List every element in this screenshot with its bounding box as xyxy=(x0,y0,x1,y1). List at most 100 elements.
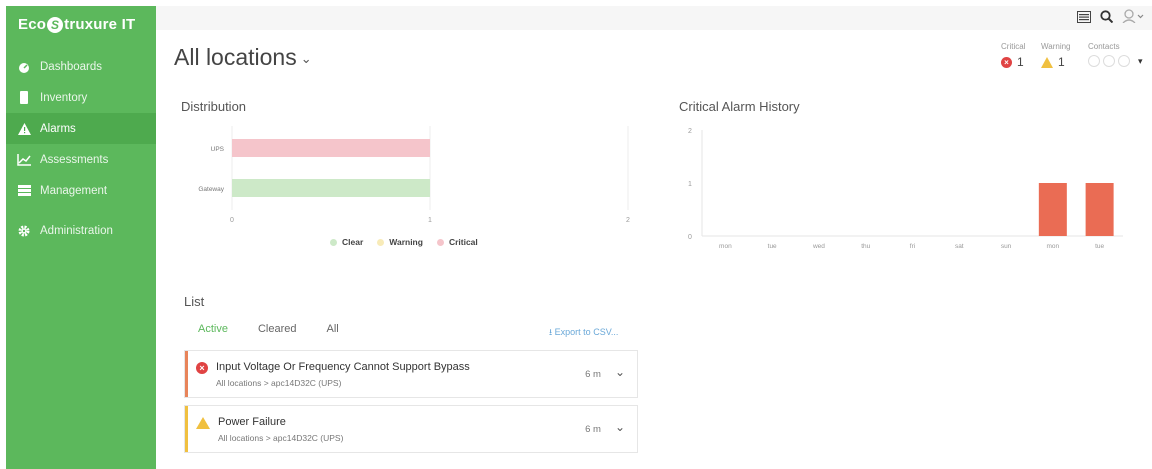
critical-count: 1 xyxy=(1017,55,1024,69)
warning-icon xyxy=(1041,56,1053,68)
severity-stripe xyxy=(185,406,188,452)
contact-avatar-icon xyxy=(1118,55,1130,67)
x-tick-label: sun xyxy=(1001,243,1012,250)
bar-clear xyxy=(232,179,430,197)
critical-icon: × xyxy=(196,362,208,374)
alarm-location-path: All locations > apc14D32C (UPS) xyxy=(216,378,342,388)
contact-avatar-icon xyxy=(1103,55,1115,67)
alarm-history-title: Critical Alarm History xyxy=(679,99,800,114)
sidebar-item-assessments[interactable]: Assessments xyxy=(6,144,156,175)
alarm-title: Power Failure xyxy=(218,416,286,428)
export-csv-link[interactable]: ⭳ Export to CSV... xyxy=(549,325,618,341)
legend-swatch-critical xyxy=(436,238,444,246)
sidebar: Eco Struxure IT Dashboards Inventory Alar… xyxy=(6,6,156,469)
sidebar-item-alarms[interactable]: Alarms xyxy=(6,113,156,144)
legend-swatch-warning xyxy=(377,238,385,246)
gear-icon xyxy=(17,224,31,238)
y-tick-label: 2 xyxy=(688,128,692,135)
logo-text-right: truxure IT xyxy=(64,16,136,33)
legend-label: Critical xyxy=(448,237,478,247)
category-label: Gateway xyxy=(198,186,224,193)
alarm-triangle-icon xyxy=(17,122,31,136)
x-tick-label: fri xyxy=(910,243,915,250)
sidebar-item-label: Assessments xyxy=(40,153,109,166)
warning-icon xyxy=(196,417,210,429)
alarm-title: Input Voltage Or Frequency Cannot Suppor… xyxy=(216,361,470,373)
x-tick-label: thu xyxy=(861,243,870,250)
sidebar-item-label: Management xyxy=(40,184,108,197)
y-tick-label: 1 xyxy=(688,181,692,188)
dashboard-icon xyxy=(17,60,31,74)
y-tick-label: 0 xyxy=(688,234,692,241)
warning-count-status[interactable]: Warning 1 xyxy=(1041,42,1071,69)
topbar-actions xyxy=(1077,9,1144,26)
contacts-status[interactable]: Contacts ▾ xyxy=(1088,42,1143,67)
sidebar-item-label: Inventory xyxy=(40,91,88,104)
topbar xyxy=(156,6,1152,30)
tab-cleared[interactable]: Cleared xyxy=(258,323,297,335)
alarm-location-path: All locations > apc14D32C (UPS) xyxy=(218,433,344,443)
alarm-history-chart: 0 1 2 mon tue wed thu fri sat sun mon tue xyxy=(688,128,1123,250)
logo-mark-icon: S xyxy=(47,16,64,33)
tab-all[interactable]: All xyxy=(327,323,339,335)
contacts-label: Contacts xyxy=(1088,42,1120,51)
contact-avatar-icon xyxy=(1088,55,1100,67)
chevron-down-icon[interactable]: ⌄ xyxy=(615,420,625,434)
distribution-title: Distribution xyxy=(181,99,247,114)
sidebar-item-label: Dashboards xyxy=(40,60,103,73)
x-tick-label: mon xyxy=(719,243,732,250)
logo-text-left: Eco xyxy=(18,16,47,33)
sidebar-item-dashboards[interactable]: Dashboards xyxy=(6,51,156,82)
chart-line-icon xyxy=(17,153,31,167)
list-title: List xyxy=(184,294,205,309)
x-tick-label: wed xyxy=(812,243,825,250)
download-icon: ⭳ xyxy=(549,327,553,337)
x-tick-label: 1 xyxy=(428,217,432,224)
sidebar-item-management[interactable]: Management xyxy=(6,175,156,206)
legend-item-warning[interactable]: Warning xyxy=(377,237,423,247)
legend-item-critical[interactable]: Critical xyxy=(436,237,478,247)
warning-count: 1 xyxy=(1058,55,1065,69)
severity-stripe xyxy=(185,351,188,397)
x-tick-label: 2 xyxy=(626,217,630,224)
x-tick-label: sat xyxy=(955,243,964,250)
inventory-icon xyxy=(17,91,31,105)
export-csv-label: Export to CSV... xyxy=(554,327,619,337)
sidebar-nav: Dashboards Inventory Alarms Assessments … xyxy=(6,51,156,246)
notification-icon[interactable] xyxy=(1077,10,1091,26)
sidebar-item-inventory[interactable]: Inventory xyxy=(6,82,156,113)
tab-active[interactable]: Active xyxy=(198,323,228,335)
alarm-age: 6 m xyxy=(585,424,601,435)
critical-count-status[interactable]: Critical × 1 xyxy=(1001,42,1025,69)
nav-divider xyxy=(6,206,156,215)
alarm-row-critical[interactable]: × Input Voltage Or Frequency Cannot Supp… xyxy=(184,350,638,398)
chevron-down-icon: ⌄ xyxy=(300,50,312,66)
chevron-down-icon[interactable]: ⌄ xyxy=(615,365,625,379)
x-tick-label: mon xyxy=(1047,243,1060,250)
alarm-row-warning[interactable]: Power Failure All locations > apc14D32C … xyxy=(184,405,638,453)
alarm-bar xyxy=(1038,183,1067,236)
page-title[interactable]: All locations ⌄ xyxy=(174,44,312,71)
category-label: UPS xyxy=(211,146,225,153)
critical-icon: × xyxy=(1001,56,1012,68)
legend-label: Clear xyxy=(342,237,364,247)
ecostruxure-logo[interactable]: Eco Struxure IT xyxy=(6,6,156,43)
x-tick-label: tue xyxy=(768,243,777,250)
warning-label: Warning xyxy=(1041,42,1071,51)
sidebar-item-administration[interactable]: Administration xyxy=(6,215,156,246)
x-tick-label: 0 xyxy=(230,217,234,224)
search-icon[interactable] xyxy=(1100,9,1114,26)
user-avatar-icon[interactable] xyxy=(1122,9,1144,26)
page-title-text: All locations xyxy=(174,44,297,70)
sidebar-item-label: Administration xyxy=(40,224,113,237)
bar-critical xyxy=(232,139,430,157)
critical-label: Critical xyxy=(1001,42,1026,51)
x-tick-label: tue xyxy=(1095,243,1104,250)
management-icon xyxy=(17,184,31,198)
legend-label: Warning xyxy=(389,237,423,247)
legend-item-clear[interactable]: Clear xyxy=(330,237,363,247)
distribution-legend: Clear Warning Critical xyxy=(330,237,478,247)
legend-swatch-clear xyxy=(330,238,337,246)
alarm-age: 6 m xyxy=(585,369,601,380)
caret-down-icon: ▾ xyxy=(1138,55,1143,66)
